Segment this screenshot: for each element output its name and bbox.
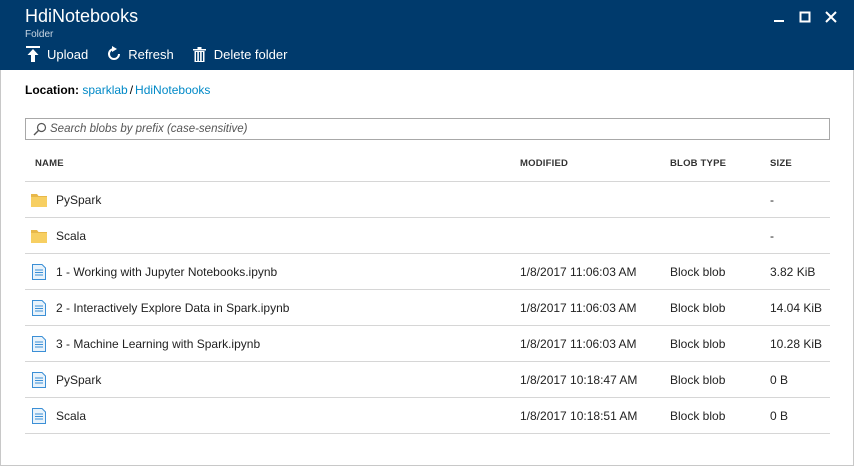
delete-folder-label: Delete folder xyxy=(213,46,288,62)
location-label: Location: xyxy=(25,83,79,97)
file-icon xyxy=(31,299,47,316)
table-row[interactable]: 2 - Interactively Explore Data in Spark.… xyxy=(25,290,830,326)
cell-modified: 1/8/2017 11:06:03 AM xyxy=(520,264,637,279)
refresh-label: Refresh xyxy=(128,46,174,62)
upload-icon xyxy=(25,46,41,62)
row-name: PySpark xyxy=(56,372,102,387)
command-bar: Upload Refresh Delete folder xyxy=(25,46,305,62)
file-icon xyxy=(31,263,47,280)
row-name: Scala xyxy=(56,408,87,423)
location-breadcrumb: Location: sparklab / HdiNotebooks xyxy=(25,83,210,97)
cell-blob-type: Block blob xyxy=(670,336,726,351)
row-name: Scala xyxy=(56,228,87,243)
folder-icon xyxy=(31,228,47,244)
cell-size: 0 B xyxy=(770,408,789,423)
cell-name: 1 - Working with Jupyter Notebooks.ipynb xyxy=(25,263,520,280)
cell-size: 10.28 KiB xyxy=(770,336,823,351)
cell-size: 3.82 KiB xyxy=(770,264,816,279)
blade-header: HdiNotebooks Folder Upload Refresh Delet… xyxy=(0,0,854,70)
refresh-icon xyxy=(106,46,122,62)
cell-size: - xyxy=(770,228,774,243)
cell-modified: 1/8/2017 10:18:51 AM xyxy=(520,408,638,423)
file-icon xyxy=(31,371,47,388)
cell-name: PySpark xyxy=(25,192,520,208)
cell-modified: 1/8/2017 11:06:03 AM xyxy=(520,336,637,351)
row-name: 1 - Working with Jupyter Notebooks.ipynb xyxy=(56,264,278,279)
upload-button[interactable]: Upload xyxy=(25,46,88,62)
minimize-icon[interactable] xyxy=(766,8,792,26)
upload-label: Upload xyxy=(47,46,89,62)
row-name: 2 - Interactively Explore Data in Spark.… xyxy=(56,300,290,315)
cell-blob-type: Block blob xyxy=(670,408,726,423)
table-body: PySpark - Scala - 1 - Working with Jupyter N… xyxy=(25,182,830,434)
table-header: NAME MODIFIED BLOB TYPE SIZE xyxy=(25,146,830,182)
cell-size: 0 B xyxy=(770,372,789,387)
maximize-icon[interactable] xyxy=(792,8,818,26)
delete-folder-button[interactable]: Delete folder xyxy=(192,46,288,62)
column-header-name[interactable]: NAME xyxy=(25,158,520,169)
blade-subtitle: Folder xyxy=(25,29,54,40)
file-icon xyxy=(31,407,47,424)
search-input[interactable] xyxy=(50,120,810,138)
cell-name: Scala xyxy=(25,407,520,424)
cell-blob-type: Block blob xyxy=(670,264,726,279)
cell-name: 3 - Machine Learning with Spark.ipynb xyxy=(25,335,520,352)
column-header-blob-type[interactable]: BLOB TYPE xyxy=(670,158,770,169)
breadcrumb-separator: / xyxy=(129,83,134,97)
refresh-button[interactable]: Refresh xyxy=(106,46,174,62)
trash-icon xyxy=(192,46,208,62)
breadcrumb-link-hdinotebooks[interactable]: HdiNotebooks xyxy=(135,83,210,97)
window-controls xyxy=(766,8,844,26)
cell-size: 14.04 KiB xyxy=(770,300,823,315)
row-name: PySpark xyxy=(56,192,102,207)
breadcrumb-link-sparklab[interactable]: sparklab xyxy=(82,83,127,97)
table-row[interactable]: PySpark 1/8/2017 10:18:47 AM Block blob 0 B xyxy=(25,362,830,398)
search-box xyxy=(25,118,830,140)
table-row[interactable]: 1 - Working with Jupyter Notebooks.ipynb… xyxy=(25,254,830,290)
cell-blob-type: Block blob xyxy=(670,372,726,387)
cell-blob-type: Block blob xyxy=(670,300,726,315)
cell-name: 2 - Interactively Explore Data in Spark.… xyxy=(25,299,520,316)
column-header-modified[interactable]: MODIFIED xyxy=(520,158,670,169)
cell-modified: 1/8/2017 11:06:03 AM xyxy=(520,300,637,315)
cell-name: PySpark xyxy=(25,371,520,388)
table-row[interactable]: Scala 1/8/2017 10:18:51 AM Block blob 0 B xyxy=(25,398,830,434)
close-icon[interactable] xyxy=(818,8,844,26)
cell-modified: 1/8/2017 10:18:47 AM xyxy=(520,372,638,387)
column-header-size[interactable]: SIZE xyxy=(770,158,830,169)
table-row[interactable]: Scala - xyxy=(25,218,830,254)
table-row[interactable]: 3 - Machine Learning with Spark.ipynb 1/8… xyxy=(25,326,830,362)
cell-size: - xyxy=(770,192,774,207)
cell-name: Scala xyxy=(25,228,520,244)
blade-title: HdiNotebooks xyxy=(25,6,139,26)
search-icon xyxy=(30,119,50,139)
row-name: 3 - Machine Learning with Spark.ipynb xyxy=(56,336,261,351)
file-icon xyxy=(31,335,47,352)
blob-table: NAME MODIFIED BLOB TYPE SIZE PySpark - Sca… xyxy=(25,146,830,434)
table-row[interactable]: PySpark - xyxy=(25,182,830,218)
folder-icon xyxy=(31,192,47,208)
